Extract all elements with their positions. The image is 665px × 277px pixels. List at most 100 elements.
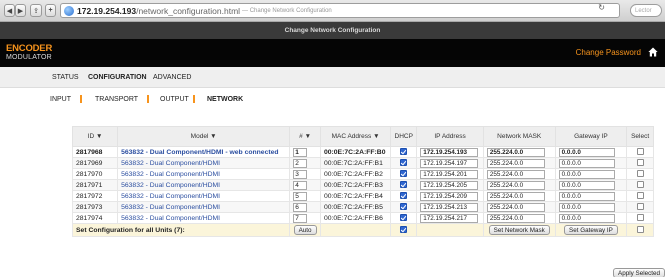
dhcp-checkbox[interactable] [400, 148, 408, 156]
url-host: 172.19.254.193 [77, 5, 137, 16]
dhcp-checkbox[interactable] [400, 159, 408, 167]
add-tab-icon[interactable]: + [45, 4, 56, 17]
dhcp-cell [390, 168, 418, 180]
network-mask-input[interactable]: 255.224.0.0 [486, 169, 545, 179]
dhcp-checkbox[interactable] [400, 181, 408, 189]
change-password-link[interactable]: Change Password [576, 48, 641, 57]
unit-model-link[interactable]: 563832 - Dual Component/HDMI [117, 157, 291, 169]
column-header-model[interactable]: Model ▼ [117, 126, 291, 147]
column-header-mask: Network MASK [482, 126, 556, 147]
gateway-ip-input[interactable]: 0.0.0.0 [558, 191, 615, 201]
dhcp-checkbox[interactable] [400, 192, 408, 200]
subnav-separator [147, 95, 149, 103]
dhcp-all-checkbox[interactable] [400, 226, 408, 234]
unit-number-input[interactable]: 5 [293, 191, 308, 201]
forward-icon[interactable]: ▶ [15, 4, 26, 17]
unit-mac: 00:0E:7C:2A:FF:B1 [319, 157, 392, 169]
tab-advanced[interactable]: ADVANCED [153, 74, 191, 81]
ip-address-input[interactable]: 172.19.254.193 [420, 147, 479, 157]
unit-number-input[interactable]: 7 [293, 213, 308, 223]
set-gateway-ip-button[interactable]: Set Gateway IP [564, 225, 618, 235]
select-checkbox[interactable] [636, 170, 644, 178]
dhcp-checkbox[interactable] [400, 214, 408, 222]
unit-number-input[interactable]: 3 [293, 169, 308, 179]
gateway-cell: 0.0.0.0 [554, 157, 628, 169]
gateway-ip-input[interactable]: 0.0.0.0 [558, 180, 615, 190]
mask-cell: 255.224.0.0 [482, 146, 556, 158]
ip-cell: 172.19.254.209 [416, 190, 484, 202]
unit-number-input[interactable]: 6 [293, 202, 308, 212]
gateway-ip-input[interactable]: 0.0.0.0 [558, 147, 615, 157]
unit-number-input[interactable]: 4 [293, 180, 308, 190]
unit-id: 2817968 [71, 146, 119, 158]
select-checkbox[interactable] [636, 203, 644, 211]
subnav-input[interactable]: INPUT [50, 96, 71, 103]
gateway-ip-input[interactable]: 0.0.0.0 [558, 169, 615, 179]
gateway-ip-input[interactable]: 0.0.0.0 [558, 158, 615, 168]
select-all-checkbox[interactable] [636, 226, 644, 234]
tab-configuration[interactable]: CONFIGURATION [88, 74, 147, 81]
network-mask-input[interactable]: 255.224.0.0 [486, 180, 545, 190]
share-icon[interactable]: ⇪ [30, 4, 42, 17]
gateway-cell: 0.0.0.0 [554, 201, 628, 213]
summary-empty-cell [319, 223, 392, 237]
select-checkbox[interactable] [636, 181, 644, 189]
auto-cell: Auto [289, 223, 321, 237]
apply-selected-button[interactable]: Apply Selected [613, 268, 665, 277]
select-checkbox[interactable] [636, 148, 644, 156]
gateway-ip-input[interactable]: 0.0.0.0 [558, 213, 615, 223]
set-network-mask-button[interactable]: Set Network Mask [488, 225, 550, 235]
unit-model-link[interactable]: 563832 - Dual Component/HDMI [117, 168, 291, 180]
unit-model-link[interactable]: 563832 - Dual Component/HDMI [117, 201, 291, 213]
logo-main: ENCODER [6, 43, 53, 54]
ip-address-input[interactable]: 172.19.254.217 [420, 213, 479, 223]
summary-empty-cell [416, 223, 484, 237]
network-mask-input[interactable]: 255.224.0.0 [486, 191, 545, 201]
subnav-output[interactable]: OUTPUT [160, 96, 189, 103]
address-bar[interactable]: 172.19.254.193 /network_configuration.ht… [60, 3, 620, 18]
select-checkbox[interactable] [636, 192, 644, 200]
ip-address-input[interactable]: 172.19.254.213 [420, 202, 479, 212]
unit-number-input[interactable]: 2 [293, 158, 308, 168]
auto-button[interactable]: Auto [293, 225, 317, 235]
subnav-separator [80, 95, 82, 103]
ip-address-input[interactable]: 172.19.254.201 [420, 169, 479, 179]
dhcp-cell [390, 146, 418, 158]
select-cell [626, 201, 654, 213]
back-icon[interactable]: ◀ [4, 4, 15, 17]
unit-number-cell: 5 [289, 190, 321, 202]
mask-cell: 255.224.0.0 [482, 168, 556, 180]
mask-cell: 255.224.0.0 [482, 157, 556, 169]
mask-cell: 255.224.0.0 [482, 190, 556, 202]
unit-id: 2817972 [71, 190, 119, 202]
column-header-mac[interactable]: MAC Address ▼ [319, 126, 392, 147]
gateway-ip-input[interactable]: 0.0.0.0 [558, 202, 615, 212]
column-header-unit[interactable]: # ▼ [289, 126, 321, 147]
select-checkbox[interactable] [636, 214, 644, 222]
unit-model-link[interactable]: 563832 - Dual Component/HDMI [117, 179, 291, 191]
dhcp-checkbox[interactable] [400, 203, 408, 211]
column-header-id[interactable]: ID ▼ [71, 126, 119, 147]
subnav-network[interactable]: NETWORK [207, 96, 243, 103]
unit-model-link[interactable]: 563832 - Dual Component/HDMI [117, 212, 291, 224]
unit-model-link[interactable]: 563832 - Dual Component/HDMI - web conne… [117, 146, 291, 158]
dhcp-checkbox[interactable] [400, 170, 408, 178]
summary-label: Set Configuration for all Units (7): [71, 223, 291, 237]
ip-address-input[interactable]: 172.19.254.209 [420, 191, 479, 201]
subnav-transport[interactable]: TRANSPORT [95, 96, 138, 103]
ip-address-input[interactable]: 172.19.254.205 [420, 180, 479, 190]
select-cell [626, 190, 654, 202]
unit-model-link[interactable]: 563832 - Dual Component/HDMI [117, 190, 291, 202]
select-checkbox[interactable] [636, 159, 644, 167]
network-mask-input[interactable]: 255.224.0.0 [486, 158, 545, 168]
tab-status[interactable]: STATUS [52, 74, 79, 81]
network-mask-input[interactable]: 255.224.0.0 [486, 147, 545, 157]
network-mask-input[interactable]: 255.224.0.0 [486, 202, 545, 212]
unit-number-input[interactable]: 1 [293, 147, 308, 157]
reload-icon[interactable]: ↻ [598, 3, 605, 12]
gateway-cell: 0.0.0.0 [554, 190, 628, 202]
home-icon[interactable] [648, 47, 658, 57]
search-input[interactable]: Lector [630, 4, 662, 17]
ip-address-input[interactable]: 172.19.254.197 [420, 158, 479, 168]
network-mask-input[interactable]: 255.224.0.0 [486, 213, 545, 223]
